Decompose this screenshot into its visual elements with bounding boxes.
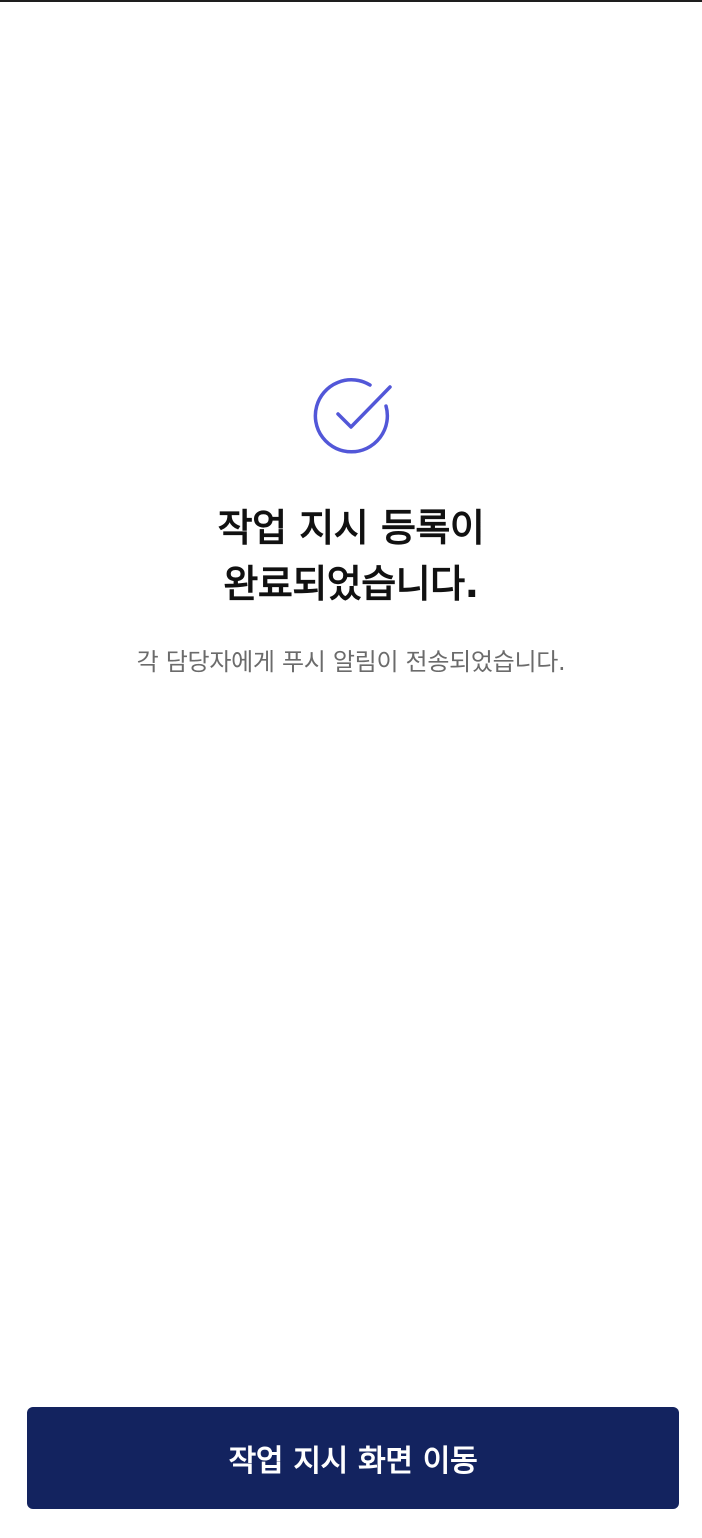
title-line-1: 작업 지시 등록이 <box>217 506 485 550</box>
page-title: 작업 지시 등록이 완료되었습니다. <box>0 500 702 612</box>
top-divider <box>0 0 702 2</box>
check-circle-icon <box>312 376 394 458</box>
notification-message: 각 담당자에게 푸시 알림이 전송되었습니다. <box>136 648 566 676</box>
title-line-2: 완료되었습니다. <box>223 562 479 606</box>
go-to-work-order-button[interactable]: 작업 지시 화면 이동 <box>27 1407 679 1509</box>
completion-screen: 작업 지시 등록이 완료되었습니다. 각 담당자에게 푸시 알림이 전송되었습니… <box>0 0 702 1538</box>
